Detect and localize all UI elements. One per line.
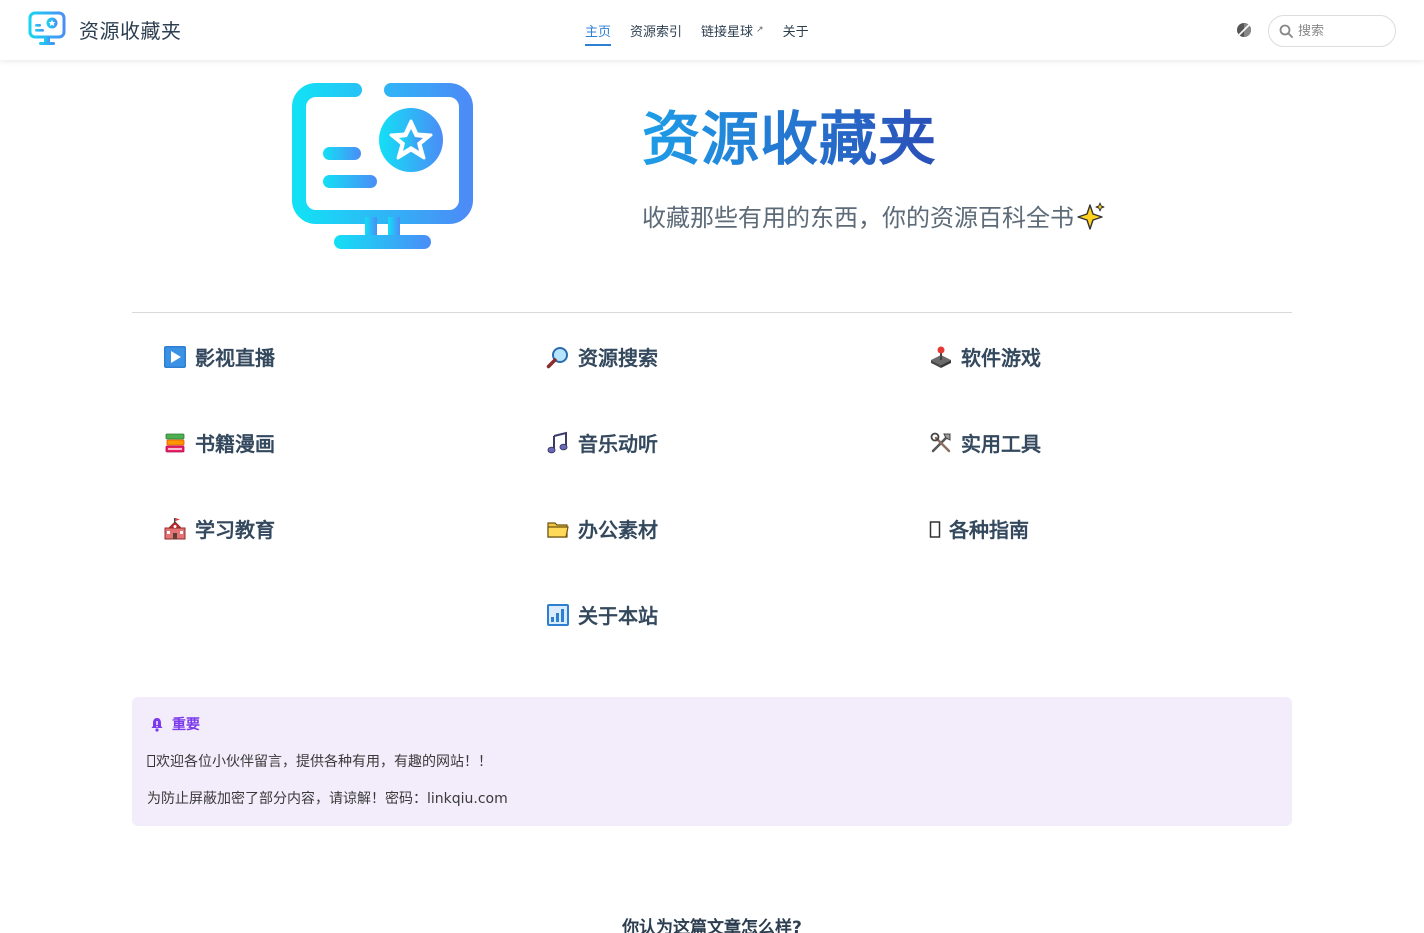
brand-link[interactable]: 资源收藏夹 (27, 10, 182, 48)
section-divider (132, 312, 1292, 313)
search-box[interactable] (1268, 15, 1396, 47)
nav-item-resource-index[interactable]: 资源索引 (630, 0, 682, 60)
feature-label: 书籍漫画 (195, 432, 275, 456)
feature-label: 各种指南 (949, 518, 1029, 542)
notice-line: 欢迎各位小伙伴留言，提供各种有用，有趣的网站！！ (147, 751, 492, 771)
feature-resource-search[interactable]: 资源搜索 (546, 342, 658, 371)
monitor-logo-icon (28, 11, 66, 45)
feature-label: 关于本站 (578, 604, 658, 628)
feature-education[interactable]: 学习教育 (163, 514, 275, 543)
feature-office-materials[interactable]: 办公素材 (546, 514, 658, 543)
hero-tagline: 收藏那些有用的东西，你的资源百科全书 (642, 198, 1106, 233)
theme-toggle-icon[interactable] (1234, 20, 1254, 40)
feature-music[interactable]: 音乐动听 (546, 428, 658, 457)
school-icon (164, 517, 186, 539)
nav-label: 主页 (585, 24, 612, 40)
feedback-question: 你认为这篇文章怎么样? (622, 918, 802, 933)
brand-title: 资源收藏夹 (79, 18, 182, 43)
feature-label: 学习教育 (195, 518, 275, 542)
sparkles-icon (1077, 202, 1105, 230)
important-notice: 重要 欢迎各位小伙伴留言，提供各种有用，有趣的网站！！ 为防止屏蔽加密了部分内容… (132, 697, 1292, 826)
nav-item-link-planet[interactable]: 链接星球 ↗ (701, 0, 764, 60)
missing-glyph-icon (147, 755, 155, 767)
search-icon (1279, 24, 1293, 38)
feature-label: 办公素材 (578, 518, 658, 542)
navbar: 资源收藏夹 主页 资源索引 链接星球 ↗ 关于 (0, 0, 1424, 60)
feature-tools[interactable]: 实用工具 (929, 428, 1041, 457)
bell-icon (151, 717, 163, 732)
notice-title: 重要 (150, 714, 200, 734)
feature-label: 资源搜索 (578, 346, 658, 370)
feature-books-comics[interactable]: 书籍漫画 (163, 428, 275, 457)
play-button-icon (164, 345, 186, 368)
nav-label: 关于 (782, 24, 809, 40)
hero-monitor-logo-icon (292, 83, 473, 249)
tagline-text: 收藏那些有用的东西，你的资源百科全书 (642, 204, 1074, 232)
joystick-icon (931, 346, 951, 368)
notice-text: 欢迎各位小伙伴留言，提供各种有用，有趣的网站！！ (156, 754, 492, 770)
main-nav: 主页 资源索引 链接星球 ↗ 关于 (585, 0, 828, 60)
notice-title-text: 重要 (172, 717, 200, 733)
nav-label: 链接星球 (701, 24, 754, 40)
hero-title: 资源收藏夹 (642, 92, 937, 176)
feature-guides[interactable]: 各种指南 (929, 514, 1029, 543)
feature-label: 实用工具 (961, 432, 1041, 456)
nav-item-home[interactable]: 主页 (585, 0, 612, 60)
missing-glyph-icon (929, 520, 941, 538)
books-icon (165, 433, 185, 452)
feature-label: 音乐动听 (578, 432, 658, 456)
nav-item-about[interactable]: 关于 (783, 0, 809, 60)
feature-label: 软件游戏 (961, 346, 1041, 370)
search-input[interactable] (1298, 23, 1388, 39)
nav-label: 资源索引 (630, 24, 683, 40)
notice-line: 为防止屏蔽加密了部分内容，请谅解！密码：linkqiu.com (147, 791, 508, 807)
tools-icon (930, 432, 951, 452)
magnifier-icon (546, 346, 568, 368)
feature-label: 影视直播 (195, 346, 275, 370)
feature-video-live[interactable]: 影视直播 (163, 342, 275, 371)
feature-about-site[interactable]: 关于本站 (546, 600, 658, 629)
feature-software-games[interactable]: 软件游戏 (929, 342, 1041, 371)
bar-chart-icon (547, 603, 569, 626)
external-link-icon: ↗ (756, 25, 764, 35)
folder-icon (547, 521, 569, 538)
music-note-icon (547, 431, 568, 453)
